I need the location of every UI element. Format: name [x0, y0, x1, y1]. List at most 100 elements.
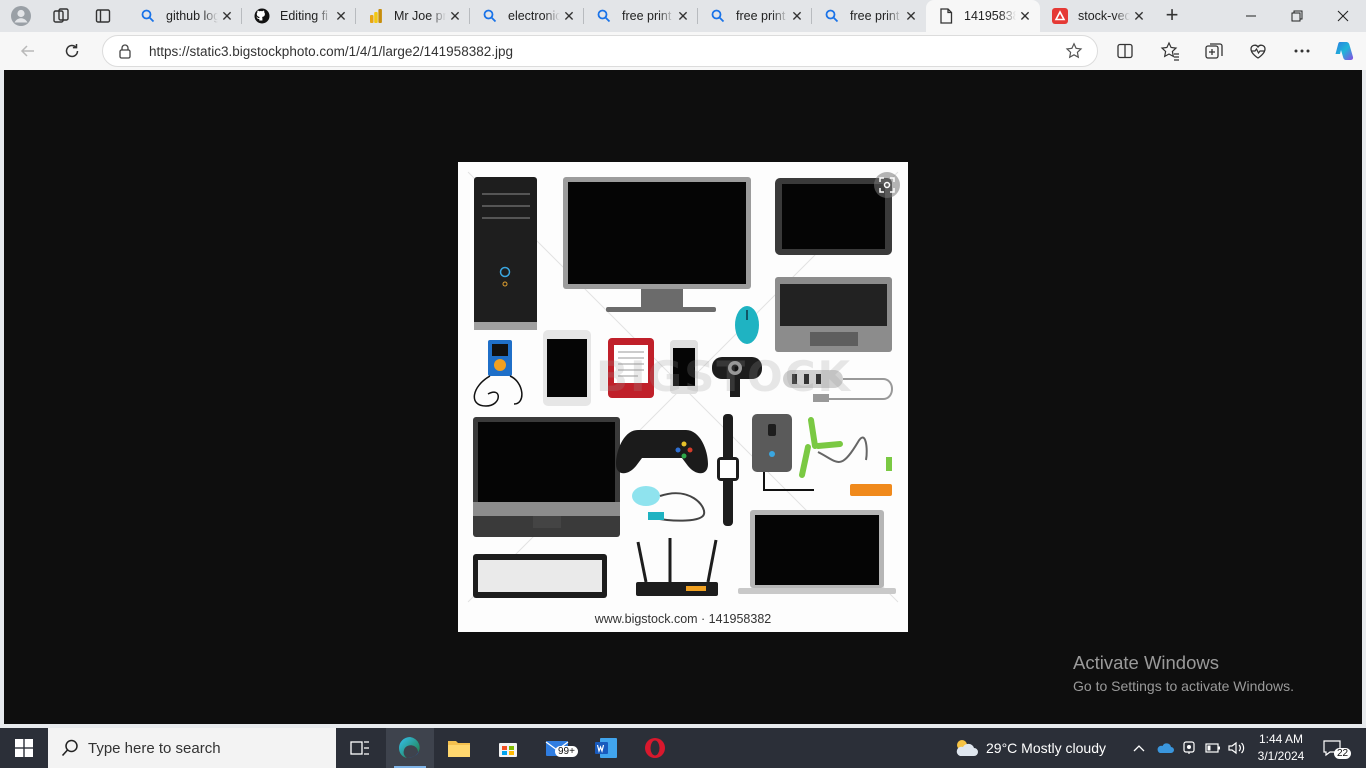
- activation-subtitle: Go to Settings to activate Windows.: [1073, 678, 1294, 694]
- tab-free-print-1[interactable]: free print ✕: [584, 0, 698, 32]
- laptop-icon: [738, 510, 896, 594]
- weather-cloudy-icon: [956, 740, 978, 756]
- refresh-button[interactable]: [58, 37, 86, 65]
- taskbar-clock[interactable]: 1:44 AM 3/1/2024: [1250, 731, 1312, 765]
- new-tab-button[interactable]: +: [1160, 4, 1184, 28]
- close-window-button[interactable]: [1320, 0, 1366, 32]
- powerbi-icon: [368, 8, 384, 24]
- meet-now-icon[interactable]: [1182, 728, 1198, 768]
- close-icon[interactable]: ✕: [1130, 7, 1148, 25]
- back-button[interactable]: [14, 37, 42, 65]
- search-icon: [140, 8, 156, 24]
- smartwatch-icon: [717, 414, 739, 526]
- taskbar-opera[interactable]: [631, 728, 679, 768]
- tab-title: free print: [850, 9, 900, 23]
- more-options-icon[interactable]: [1292, 41, 1312, 61]
- lock-icon[interactable]: [117, 43, 133, 59]
- url-text[interactable]: https://static3.bigstockphoto.com/1/4/1/…: [149, 44, 513, 59]
- monitor-icon: [563, 177, 751, 312]
- taskbar: Type here to search 99+ 29°C Mostly clou…: [0, 728, 1366, 768]
- search-icon: [824, 8, 840, 24]
- activation-title: Activate Windows: [1073, 652, 1219, 673]
- tab-title: electronic: [508, 9, 560, 23]
- mouse-icon: [735, 306, 759, 344]
- close-icon[interactable]: ✕: [788, 7, 806, 25]
- taskbar-mail[interactable]: 99+: [533, 728, 581, 768]
- watermark: BIGSTOCK: [596, 352, 853, 401]
- weather-text: 29°C Mostly cloudy: [986, 740, 1106, 756]
- smartphone-icon: [543, 330, 591, 406]
- favorites-icon[interactable]: [1160, 41, 1180, 61]
- tab-free-print-3[interactable]: free print ✕: [812, 0, 926, 32]
- battery-icon[interactable]: [1205, 728, 1221, 768]
- collections-icon[interactable]: [1204, 41, 1224, 61]
- search-placeholder: Type here to search: [88, 739, 221, 757]
- notification-badge: 22: [1334, 748, 1352, 759]
- tab-title: Mr Joe pr: [394, 9, 446, 23]
- search-icon: [482, 8, 498, 24]
- tab-title: free print: [622, 9, 672, 23]
- taskbar-file-explorer[interactable]: [435, 728, 483, 768]
- tab-strip: github log ✕ Editing fi ✕ Mr Joe pr ✕ el…: [0, 0, 1366, 32]
- github-icon: [254, 8, 270, 24]
- image-viewer: BIGSTOCK www.bigstock.com · 141958382 Ac…: [4, 70, 1362, 724]
- close-icon[interactable]: ✕: [218, 7, 236, 25]
- bigstock-icon: [1052, 8, 1068, 24]
- clock-time: 1:44 AM: [1258, 732, 1304, 746]
- search-icon: [60, 738, 80, 758]
- stock-photo-electronics[interactable]: BIGSTOCK www.bigstock.com · 141958382: [458, 162, 908, 632]
- activation-watermark: Activate Windows Go to Settings to activ…: [1073, 652, 1294, 694]
- weather-widget[interactable]: 29°C Mostly cloudy: [952, 728, 1106, 768]
- show-hidden-icons[interactable]: [1133, 728, 1149, 768]
- tab-title: 141958382: [964, 9, 1016, 23]
- tab-free-print-2[interactable]: free print ✕: [698, 0, 812, 32]
- search-icon: [596, 8, 612, 24]
- tab-github-log[interactable]: github log ✕: [128, 0, 242, 32]
- visual-search-icon[interactable]: [874, 172, 900, 198]
- clock-date: 3/1/2024: [1257, 749, 1305, 763]
- tab-actions-icon[interactable]: [90, 4, 116, 28]
- game-controller-icon: [616, 430, 708, 474]
- image-credit: www.bigstock.com · 141958382: [594, 612, 772, 626]
- address-bar[interactable]: https://static3.bigstockphoto.com/1/4/1/…: [102, 35, 1098, 67]
- tab-mr-joe[interactable]: Mr Joe pr ✕: [356, 0, 470, 32]
- onedrive-icon[interactable]: [1156, 728, 1174, 768]
- usb-fan-icon: [799, 417, 892, 478]
- tab-title: Editing fi: [280, 9, 328, 23]
- close-icon[interactable]: ✕: [332, 7, 350, 25]
- close-icon[interactable]: ✕: [446, 7, 464, 25]
- close-icon[interactable]: ✕: [902, 7, 920, 25]
- tab-stock-vec[interactable]: stock-vec ✕: [1040, 0, 1154, 32]
- laptop-keyboard-icon: [775, 277, 892, 352]
- minimize-button[interactable]: [1228, 0, 1274, 32]
- close-icon[interactable]: ✕: [674, 7, 692, 25]
- keyboard-icon: [473, 554, 607, 598]
- tab-title: stock-vec: [1078, 9, 1130, 23]
- all-in-one-pc-icon: [473, 417, 620, 537]
- copilot-icon[interactable]: [1332, 39, 1356, 63]
- notification-center[interactable]: 22: [1322, 728, 1352, 768]
- search-icon: [710, 8, 726, 24]
- tab-editing[interactable]: Editing fi ✕: [242, 0, 356, 32]
- taskbar-word[interactable]: [582, 728, 630, 768]
- workspaces-icon[interactable]: [48, 4, 74, 28]
- profile-icon[interactable]: [8, 4, 34, 28]
- close-icon[interactable]: ✕: [560, 7, 578, 25]
- volume-icon[interactable]: [1228, 728, 1246, 768]
- tab-141958382[interactable]: 141958382 ✕: [926, 0, 1040, 32]
- mail-badge: 99+: [555, 746, 578, 757]
- address-toolbar: https://static3.bigstockphoto.com/1/4/1/…: [0, 32, 1366, 70]
- favorite-star-icon[interactable]: [1065, 42, 1083, 60]
- taskbar-store[interactable]: [484, 728, 532, 768]
- router-icon: [636, 538, 718, 596]
- split-screen-icon[interactable]: [1115, 41, 1135, 61]
- taskbar-edge[interactable]: [386, 728, 434, 768]
- tab-electronic[interactable]: electronic ✕: [470, 0, 584, 32]
- close-icon[interactable]: ✕: [1016, 7, 1034, 25]
- browser-window: github log ✕ Editing fi ✕ Mr Joe pr ✕ el…: [0, 0, 1366, 728]
- browser-essentials-icon[interactable]: [1248, 41, 1268, 61]
- taskbar-search[interactable]: Type here to search: [48, 728, 336, 768]
- restore-button[interactable]: [1274, 0, 1320, 32]
- start-button[interactable]: [0, 728, 48, 768]
- task-view-button[interactable]: [336, 728, 384, 768]
